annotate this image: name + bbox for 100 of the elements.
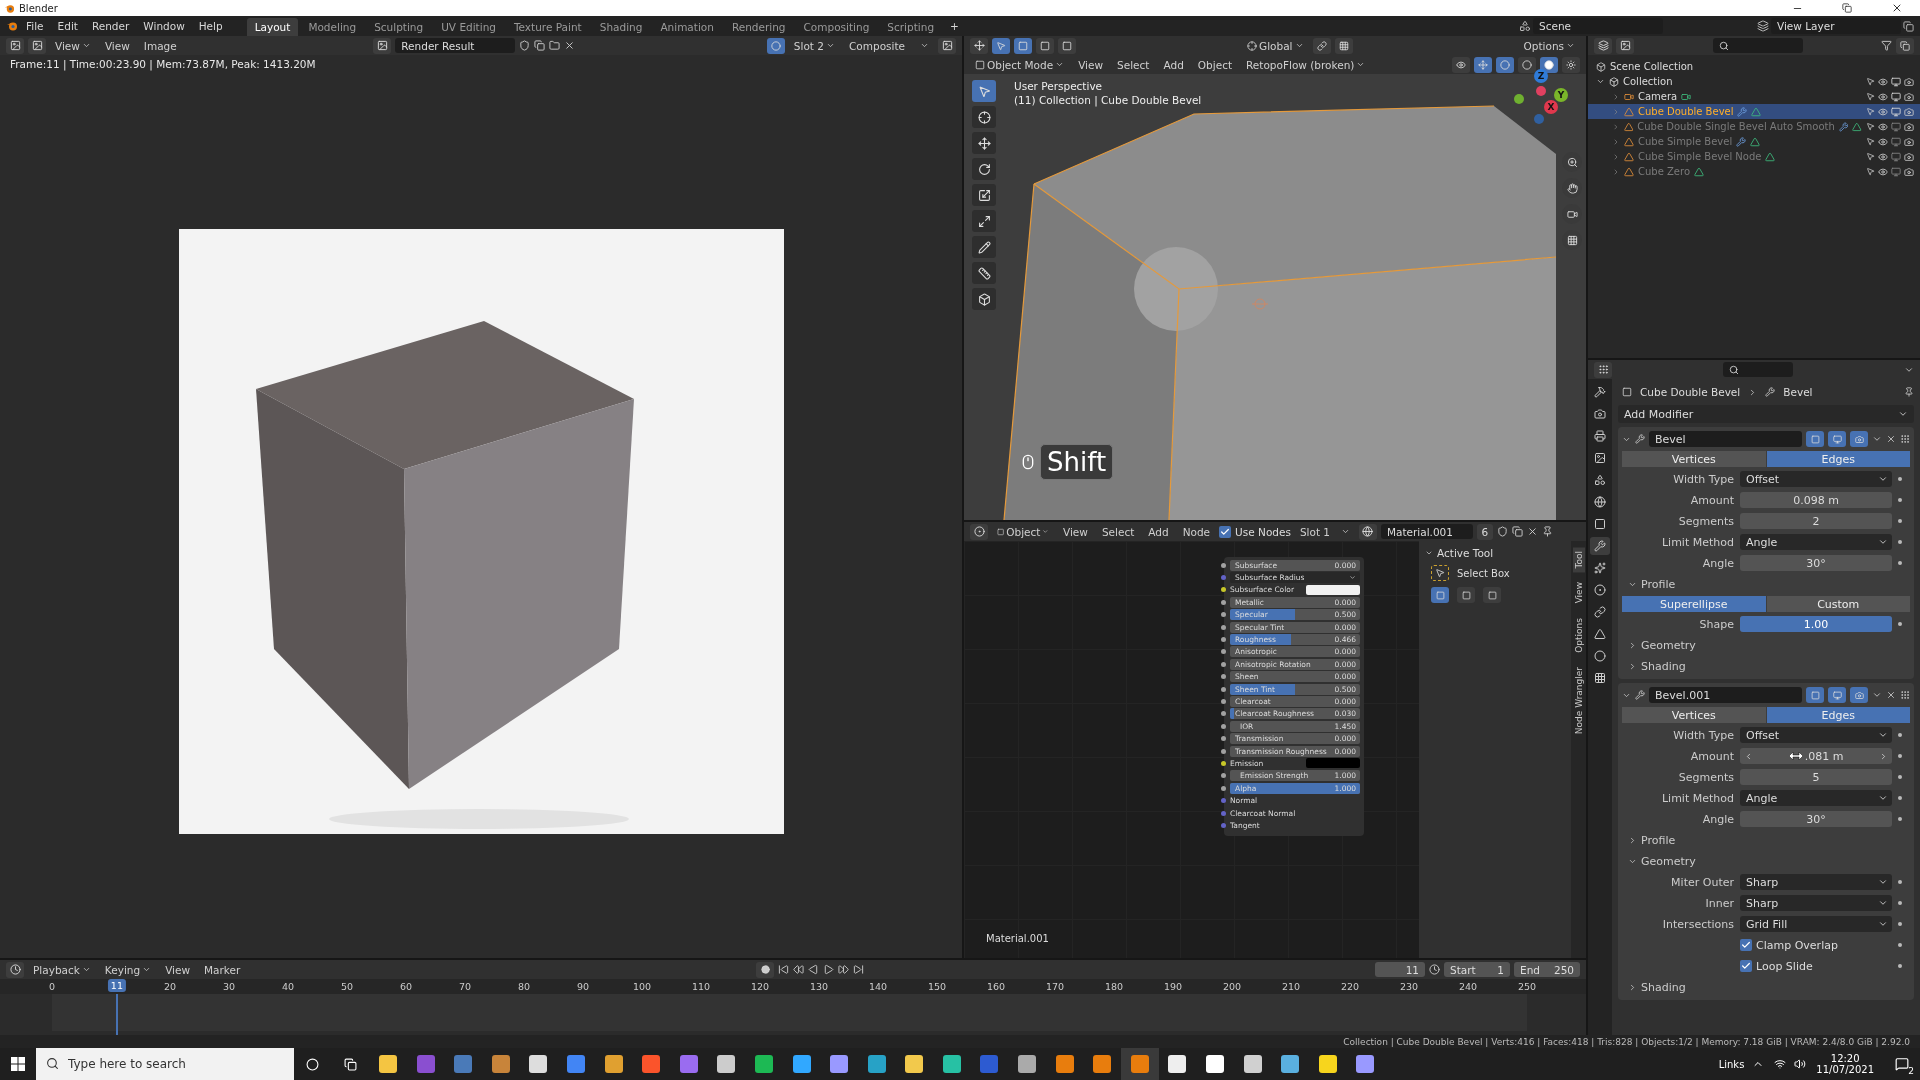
menu-item[interactable]: Window bbox=[137, 18, 191, 34]
panel-header[interactable]: Active Tool bbox=[1425, 547, 1565, 559]
dropdown[interactable]: Offset bbox=[1740, 471, 1892, 487]
menu-item[interactable]: Help bbox=[192, 18, 229, 34]
panel-header[interactable]: Shading bbox=[1622, 657, 1910, 675]
playhead[interactable]: 11 bbox=[107, 979, 126, 992]
add-workspace-button[interactable]: + bbox=[944, 18, 965, 34]
number-field[interactable]: 5 bbox=[1740, 769, 1892, 785]
view-layer-selector[interactable]: View Layer bbox=[1771, 18, 1901, 34]
number-field[interactable]: .081 m bbox=[1740, 748, 1892, 764]
menu-item[interactable]: Add bbox=[1143, 524, 1174, 539]
dropdown[interactable]: Sharp bbox=[1740, 874, 1892, 890]
panel-header[interactable]: Geometry bbox=[1622, 636, 1910, 654]
key-hint: Shift bbox=[1040, 444, 1114, 480]
panel-header[interactable]: Profile bbox=[1622, 831, 1910, 849]
modifier-name-field[interactable]: Bevel.001 bbox=[1649, 687, 1802, 703]
menu-item[interactable]: View bbox=[1058, 524, 1093, 539]
menu-item[interactable]: View bbox=[99, 38, 135, 53]
use-nodes-checkbox[interactable]: Use Nodes bbox=[1219, 525, 1291, 538]
axis-handle[interactable]: X bbox=[1544, 100, 1558, 114]
number-field[interactable]: 30° bbox=[1740, 811, 1892, 827]
dropdown[interactable]: Grid Fill bbox=[1740, 916, 1892, 932]
workspace-tab[interactable]: Rendering bbox=[723, 18, 794, 36]
add-modifier-dropdown[interactable]: Add Modifier bbox=[1618, 405, 1914, 423]
value-slider[interactable]: 1.00 bbox=[1740, 616, 1892, 632]
menu-item[interactable]: Image bbox=[138, 38, 182, 53]
menu-item[interactable]: Add bbox=[1158, 57, 1189, 72]
mode-toggle[interactable]: Edges bbox=[1766, 707, 1910, 723]
view-dropdown[interactable]: View bbox=[50, 38, 96, 53]
sidebar-tab[interactable]: Tool bbox=[1572, 547, 1585, 573]
mode-toggle[interactable]: Edges bbox=[1766, 451, 1910, 467]
menu-item[interactable]: View bbox=[1073, 57, 1109, 72]
end-frame-field[interactable]: End 250 bbox=[1514, 962, 1580, 977]
layer-dropdown[interactable]: Composite bbox=[844, 38, 934, 53]
outliner-row[interactable]: Cube Double Bevel bbox=[1588, 104, 1920, 119]
mode-toggle[interactable]: Custom bbox=[1766, 596, 1910, 612]
taskbar-search-field[interactable]: Type here to search bbox=[36, 1048, 294, 1080]
number-field[interactable]: 0.098 m bbox=[1740, 492, 1892, 508]
image-name-field[interactable]: Render Result bbox=[395, 38, 516, 53]
workspace-tab[interactable]: UV Editing bbox=[433, 18, 504, 36]
addon-dropdown[interactable]: RetopoFlow (broken) bbox=[1241, 57, 1371, 72]
mode-dropdown[interactable]: Object bbox=[992, 524, 1054, 539]
workspace-tab[interactable]: Scripting bbox=[879, 18, 943, 36]
material-field[interactable]: Material.001 bbox=[1380, 524, 1473, 539]
orientation-dropdown[interactable]: Global bbox=[1242, 38, 1309, 53]
mode-toggle[interactable]: Superellipse bbox=[1622, 596, 1766, 612]
dropdown[interactable]: Offset bbox=[1740, 727, 1892, 743]
axis-handle[interactable]: Y bbox=[1554, 88, 1568, 102]
menu-item[interactable]: Object bbox=[1192, 57, 1238, 72]
user-count[interactable]: 6 bbox=[1476, 523, 1493, 540]
notification-button[interactable]: 2 bbox=[1884, 1048, 1920, 1080]
clock[interactable]: 12:20 11/07/2021 bbox=[1806, 1053, 1884, 1075]
workspace-tab[interactable]: Shading bbox=[591, 18, 651, 36]
sidebar-tab[interactable]: Options bbox=[1572, 613, 1585, 657]
dropdown[interactable]: Sharp bbox=[1740, 895, 1892, 911]
mode-dropdown[interactable]: Object Mode bbox=[970, 57, 1070, 72]
menu-item[interactable]: Node bbox=[1177, 524, 1216, 539]
outliner-row[interactable]: Cube Zero bbox=[1588, 164, 1920, 179]
sidebar-tab[interactable]: View bbox=[1572, 578, 1585, 608]
outliner-row[interactable]: Cube Simple Bevel bbox=[1588, 134, 1920, 149]
number-field[interactable]: 2 bbox=[1740, 513, 1892, 529]
menu-item[interactable]: Marker bbox=[199, 962, 246, 977]
checkbox[interactable]: Clamp Overlap bbox=[1740, 938, 1892, 952]
scene-selector[interactable]: Scene bbox=[1533, 18, 1663, 34]
slot-dropdown[interactable]: Slot 2 bbox=[788, 38, 840, 53]
dropdown[interactable]: Angle bbox=[1740, 790, 1892, 806]
panel-header[interactable]: Shading bbox=[1622, 978, 1910, 996]
outliner-row[interactable]: Cube Double Single Bevel Auto Smooth bbox=[1588, 119, 1920, 134]
panel-header[interactable]: Profile bbox=[1622, 575, 1910, 593]
modifier-name-field[interactable]: Bevel bbox=[1649, 431, 1802, 447]
current-frame-field[interactable]: 11 bbox=[1375, 962, 1425, 977]
outliner-row[interactable]: Cube Simple Bevel Node bbox=[1588, 149, 1920, 164]
menu-item[interactable]: Keying bbox=[99, 962, 157, 977]
workspace-tab[interactable]: Layout bbox=[246, 18, 299, 36]
sidebar-tab[interactable]: Node Wrangler bbox=[1572, 662, 1585, 738]
mode-toggle[interactable]: Vertices bbox=[1622, 451, 1766, 467]
menu-item[interactable]: Edit bbox=[51, 18, 84, 34]
checkbox[interactable]: Loop Slide bbox=[1740, 959, 1892, 973]
workspace-tab[interactable]: Sculpting bbox=[366, 18, 432, 36]
workspace-tab[interactable]: Compositing bbox=[795, 18, 878, 36]
workspace-tab[interactable]: Modeling bbox=[300, 18, 365, 36]
outliner-row[interactable]: Camera bbox=[1588, 89, 1920, 104]
mode-toggle[interactable]: Vertices bbox=[1622, 707, 1766, 723]
workspace-tab[interactable]: Texture Paint bbox=[505, 18, 590, 36]
options-dropdown[interactable]: Options bbox=[1518, 38, 1580, 53]
menu-item[interactable]: File bbox=[20, 18, 50, 34]
menu-item[interactable]: Playback bbox=[28, 962, 96, 977]
menu-item[interactable]: View bbox=[160, 962, 196, 977]
start-frame-field[interactable]: Start 1 bbox=[1444, 962, 1510, 977]
slot-dropdown[interactable]: Slot 1 bbox=[1294, 524, 1355, 539]
dropdown[interactable]: Angle bbox=[1740, 534, 1892, 550]
menu-item[interactable]: Render bbox=[85, 18, 136, 34]
number-field[interactable]: 30° bbox=[1740, 555, 1892, 571]
outliner-row[interactable]: Collection bbox=[1588, 74, 1920, 89]
workspace-tab[interactable]: Animation bbox=[652, 18, 722, 36]
axis-handle[interactable]: Z bbox=[1534, 69, 1548, 83]
links-toolbar[interactable]: Links bbox=[1710, 1058, 1753, 1070]
panel-header[interactable]: Geometry bbox=[1622, 852, 1910, 870]
menu-item[interactable]: Select bbox=[1096, 524, 1140, 539]
menu-item[interactable]: Select bbox=[1112, 57, 1155, 72]
